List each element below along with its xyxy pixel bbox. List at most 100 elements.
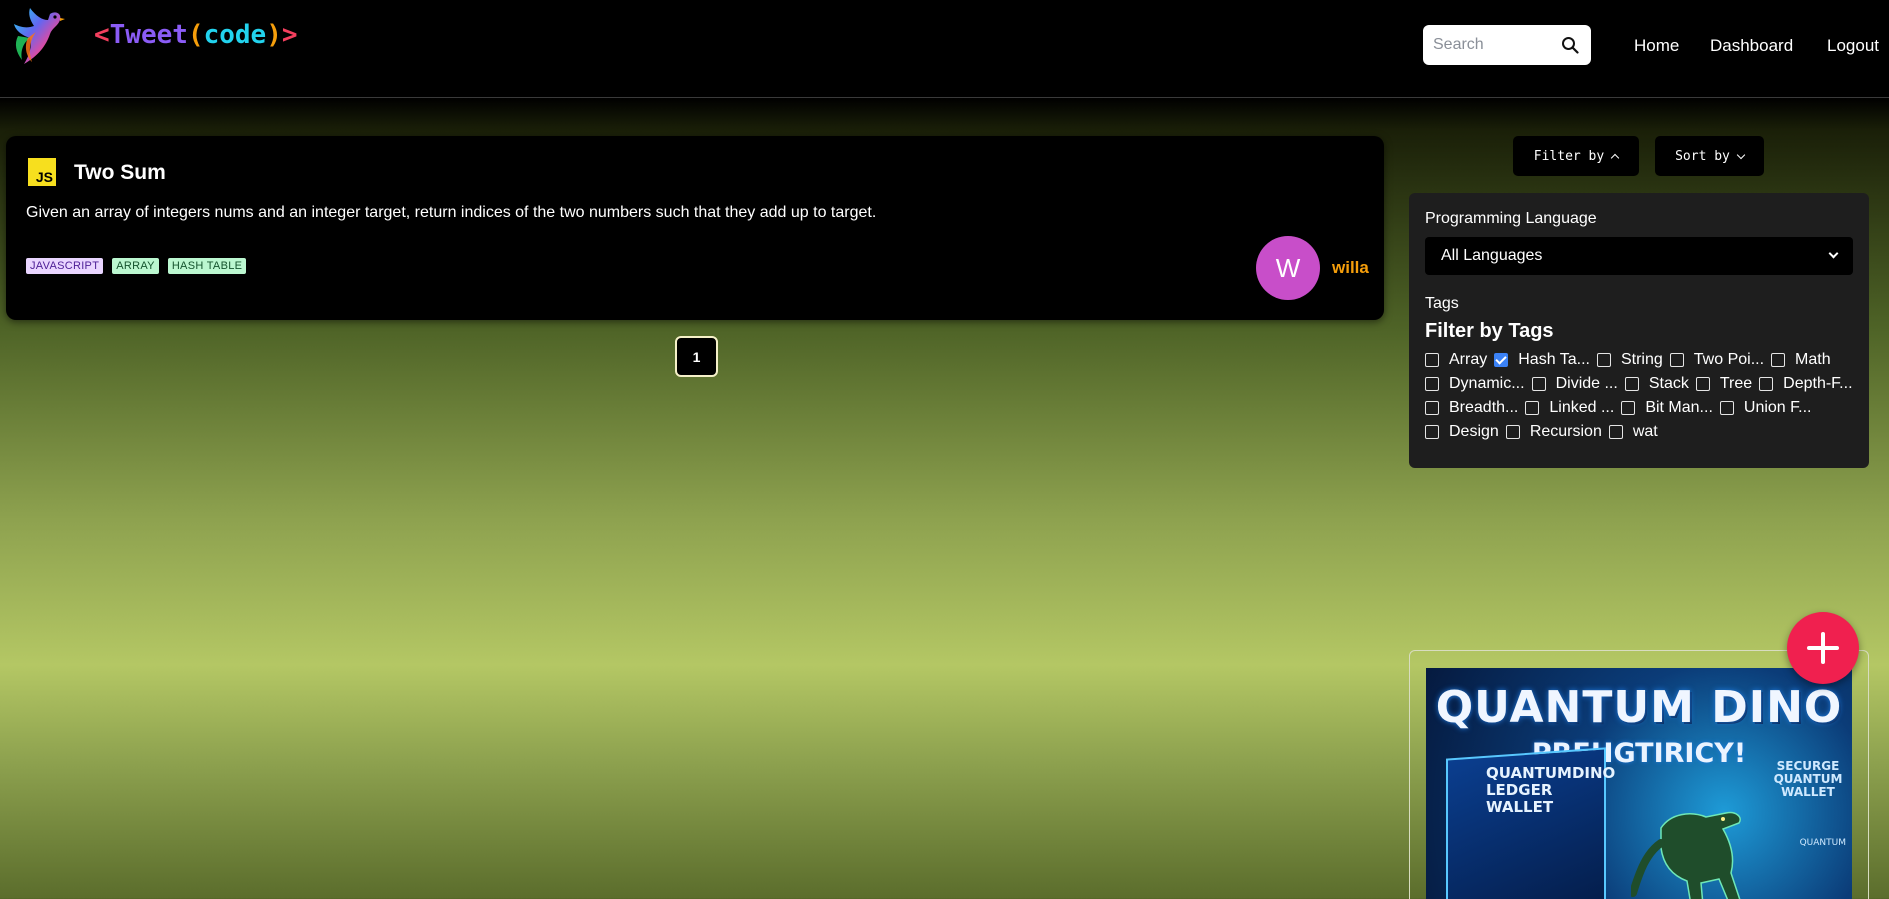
js-badge-text: JS [35, 169, 53, 185]
checkbox-icon[interactable] [1596, 353, 1611, 367]
checkbox-icon[interactable] [1695, 377, 1710, 391]
tag-checkbox-label: Depth-F... [1783, 375, 1853, 392]
chevron-down-icon [1736, 150, 1746, 159]
checkbox-icon[interactable] [1531, 377, 1546, 391]
brand-paren-open: ( [187, 20, 204, 50]
ad-box-text: QUANTUMDINO LEDGER WALLET [1486, 764, 1616, 816]
tag-checkbox-label: Hash Ta... [1518, 351, 1590, 368]
tag-checkbox[interactable]: Divide ... [1531, 375, 1618, 393]
advertisement[interactable]: QUANTUM DINO PREHGTIRICY! QUANTUMDINO LE… [1409, 650, 1869, 899]
checkbox-icon[interactable] [1505, 425, 1520, 439]
checkbox-icon[interactable] [1425, 377, 1439, 391]
tags-label: Tags [1425, 295, 1459, 312]
checkbox-icon[interactable] [1624, 377, 1639, 391]
post-tags: JAVASCRIPT ARRAY HASH TABLE [26, 258, 247, 274]
tag-checkbox[interactable]: Dynamic... [1425, 375, 1525, 393]
tag-checkbox[interactable]: Math [1771, 351, 1831, 369]
brand-title[interactable]: <Tweet(code)> [94, 20, 298, 50]
post-description: Given an array of integers nums and an i… [26, 204, 877, 221]
tag-checkbox-label: Stack [1648, 375, 1689, 392]
author-avatar[interactable]: W [1256, 236, 1320, 300]
nav-home-link[interactable]: Home [1634, 36, 1679, 56]
tag-checkbox[interactable]: Tree [1695, 375, 1753, 393]
tag-checkbox-label: Math [1795, 351, 1831, 368]
tag-checkbox-label: wat [1632, 423, 1658, 440]
tag-checkbox[interactable]: String [1596, 351, 1663, 369]
checkbox-icon[interactable] [1621, 401, 1636, 415]
tag-checkbox[interactable]: Bit Man... [1621, 399, 1713, 417]
checkbox-icon[interactable] [1669, 353, 1684, 367]
tag-checkbox[interactable]: Recursion [1505, 423, 1602, 441]
tag-checkbox-row: Array Hash Ta... String Two Poi... Math [1425, 348, 1855, 372]
post-card[interactable]: JS Two Sum Given an array of integers nu… [6, 136, 1384, 320]
brand-code: code [203, 20, 267, 50]
tag-checkbox[interactable]: Array [1425, 351, 1487, 369]
pagination-page-button[interactable]: 1 [675, 336, 718, 377]
post-title[interactable]: Two Sum [74, 161, 166, 185]
tag-checkbox[interactable]: Design [1425, 423, 1499, 441]
tag-checkbox[interactable]: Union F... [1719, 399, 1812, 417]
ad-title: QUANTUM DINO [1435, 682, 1843, 733]
tag-badge[interactable]: JAVASCRIPT [26, 258, 104, 274]
search-icon[interactable] [1561, 36, 1579, 54]
tag-checkbox-label: Bit Man... [1645, 399, 1713, 416]
tag-checkbox-row: Dynamic... Divide ... Stack Tree Depth-F... [1425, 372, 1855, 396]
tag-checkbox-label: Union F... [1743, 399, 1812, 416]
checkbox-icon[interactable] [1608, 425, 1623, 439]
language-select[interactable]: All Languages [1425, 237, 1853, 275]
tag-checkbox[interactable]: Stack [1624, 375, 1689, 393]
tag-checkbox[interactable]: wat [1608, 423, 1658, 441]
tag-checkbox-label: Dynamic... [1449, 375, 1525, 392]
bird-logo-icon[interactable] [10, 6, 66, 72]
checkbox-icon[interactable] [1771, 353, 1786, 367]
brand-paren-close: ) [266, 20, 282, 50]
tag-checkbox-label: Recursion [1529, 423, 1602, 440]
top-header: <Tweet(code)> Home Dashboard Logout [0, 0, 1889, 98]
checkbox-icon[interactable] [1425, 425, 1439, 439]
filter-by-button[interactable]: Filter by [1513, 136, 1639, 176]
tag-checkbox-label: Two Poi... [1693, 351, 1765, 368]
chevron-up-icon [1610, 153, 1620, 162]
nav-logout-link[interactable]: Logout [1827, 36, 1879, 56]
checkbox-icon[interactable] [1759, 377, 1774, 391]
tag-checkbox[interactable]: Breadth... [1425, 399, 1518, 417]
brand-name: Tweet [109, 20, 188, 50]
tag-badge[interactable]: ARRAY [112, 258, 159, 274]
checkbox-icon[interactable] [1525, 401, 1540, 415]
brand-lt: < [94, 20, 110, 50]
add-post-button[interactable] [1787, 612, 1859, 684]
tag-checkbox-label: Linked ... [1549, 399, 1615, 416]
nav-dashboard-link[interactable]: Dashboard [1710, 36, 1793, 56]
tag-checkbox-label: Divide ... [1555, 375, 1618, 392]
chevron-down-icon [1828, 248, 1839, 259]
sort-by-label: Sort by [1675, 148, 1730, 164]
checkbox-icon[interactable] [1425, 353, 1439, 367]
checkbox-icon[interactable] [1425, 401, 1439, 415]
search-box [1423, 25, 1591, 65]
tag-badge[interactable]: HASH TABLE [167, 258, 247, 274]
sort-by-button[interactable]: Sort by [1655, 136, 1764, 176]
tag-checkbox[interactable]: Two Poi... [1669, 351, 1765, 369]
checkbox-checked-icon[interactable] [1494, 353, 1509, 367]
dinosaur-icon [1631, 811, 1741, 899]
tag-checkbox[interactable]: Linked ... [1525, 399, 1614, 417]
tag-checkbox[interactable]: Hash Ta... [1494, 351, 1590, 369]
filter-panel: Programming Language All Languages Tags … [1409, 193, 1869, 468]
filter-tags-heading: Filter by Tags [1425, 320, 1554, 342]
tag-checkbox-label: Array [1449, 351, 1488, 368]
filter-by-label: Filter by [1533, 148, 1605, 164]
language-select-value: All Languages [1441, 247, 1543, 264]
tag-checkbox-label: Breadth... [1449, 399, 1519, 416]
brand-gt: > [281, 20, 298, 50]
checkbox-icon[interactable] [1719, 401, 1734, 415]
tag-checkbox[interactable]: Depth-F... [1759, 375, 1853, 393]
tag-checkbox-row: Design Recursion wat [1425, 420, 1855, 444]
tag-checkbox-grid: Array Hash Ta... String Two Poi... Math Dynam… [1425, 348, 1855, 444]
author-name[interactable]: willa [1332, 258, 1369, 278]
ad-image[interactable]: QUANTUM DINO PREHGTIRICY! QUANTUMDINO LE… [1426, 668, 1852, 899]
ad-small-text: QUANTUM [1799, 838, 1846, 848]
search-input[interactable] [1433, 32, 1553, 58]
javascript-logo-icon: JS [28, 158, 56, 186]
tag-checkbox-label: Tree [1719, 375, 1753, 392]
language-label: Programming Language [1425, 210, 1597, 227]
